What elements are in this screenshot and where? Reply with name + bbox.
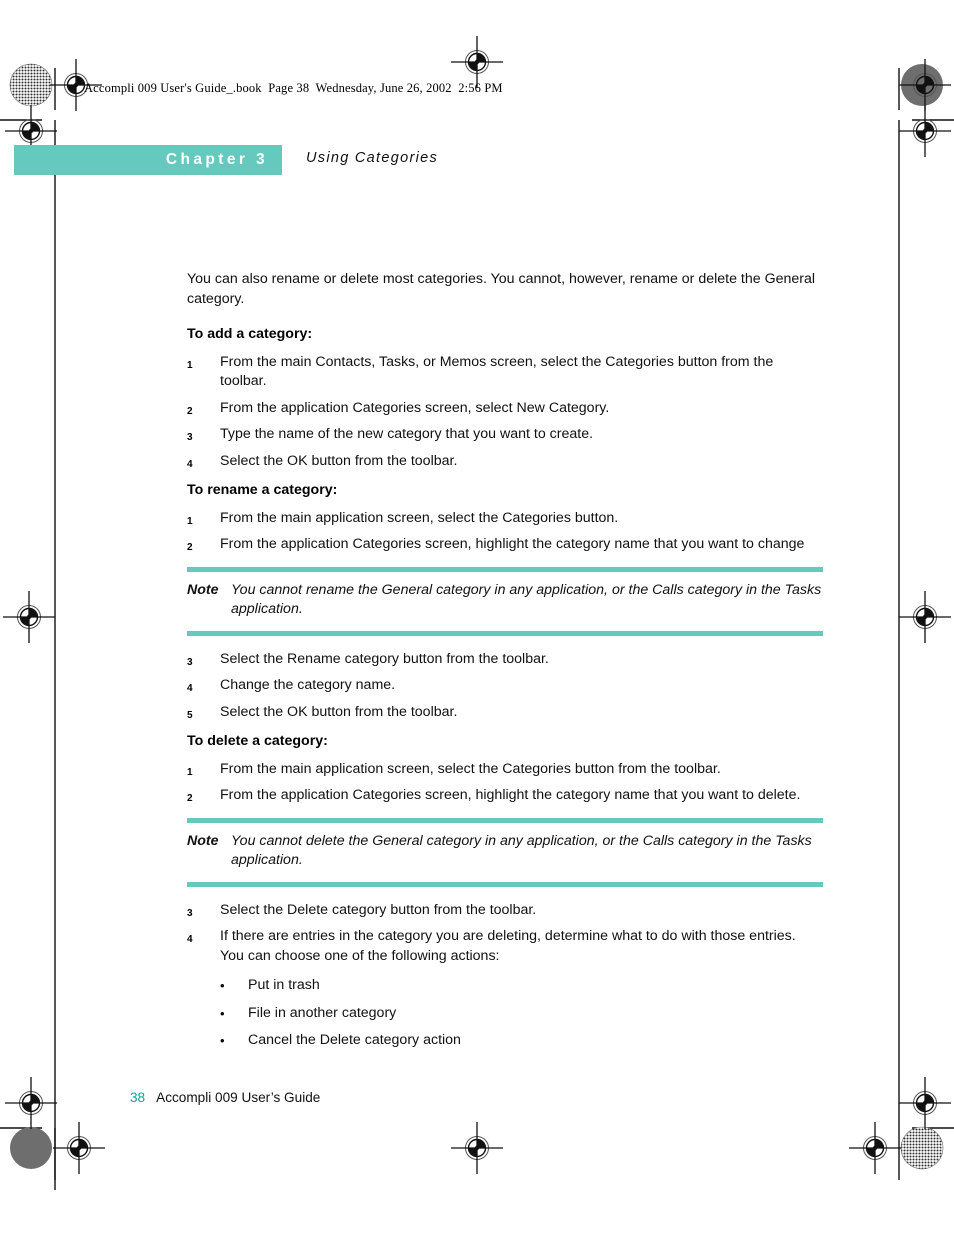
bullet-icon: •	[220, 1005, 225, 1021]
page-content: You can also rename or delete most categ…	[187, 270, 823, 1059]
note-label: Note	[187, 832, 219, 849]
step-text: Select the Rename category button from t…	[220, 650, 549, 667]
step-text: From the application Categories screen, …	[220, 787, 801, 803]
bullet-icon: •	[220, 978, 225, 993]
section-heading-delete-category: To delete a category:	[187, 733, 328, 749]
list-item: 4 Change the category name.	[187, 676, 823, 696]
step-list-delete-category-continued: 3 Select the Delete category button from …	[187, 901, 823, 967]
step-list-delete-category: 1 From the main application screen, selec…	[187, 760, 823, 806]
intro-paragraph: You can also rename or delete most categ…	[187, 271, 816, 307]
step-number: 2	[187, 542, 193, 553]
chapter-title: Using Categories	[306, 150, 439, 166]
step-number: 1	[187, 359, 193, 371]
step-list-add-category: 1 From the main Contacts, Tasks, or Memos…	[187, 353, 823, 472]
list-item: 2 From the application Categories screen,…	[187, 786, 823, 806]
step-text: From the application Categories screen, …	[220, 536, 805, 552]
chapter-banner: Chapter 3	[14, 145, 282, 175]
list-item: 3 Type the name of the new category that …	[187, 425, 823, 445]
list-item: • File in another category	[220, 1004, 823, 1024]
step-list-rename-category: 1 From the main application screen, selec…	[187, 509, 823, 555]
step-number: 3	[187, 432, 193, 443]
step-text: Change the category name.	[220, 677, 396, 693]
list-item: 2 From the application Categories screen,…	[187, 535, 823, 555]
list-item: 3 Select the Delete category button from …	[187, 901, 823, 921]
step-text: From the main Contacts, Tasks, or Memos …	[220, 353, 774, 390]
book-file-header-line: Accompli 009 User's Guide_.book Page 38 …	[84, 81, 503, 95]
list-item: 1 From the main application screen, selec…	[187, 760, 823, 780]
section-heading-rename-category: To rename a category:	[187, 482, 338, 498]
list-item: 3 Select the Rename category button from …	[187, 650, 823, 670]
option-text: Cancel the Delete category action	[248, 1032, 461, 1048]
step-number: 2	[187, 793, 193, 804]
step-number: 4	[187, 458, 193, 470]
option-text: Put in trash	[248, 977, 320, 993]
step-number: 3	[187, 656, 193, 668]
step-text: Select the Delete category button from t…	[220, 901, 537, 918]
list-item: 1 From the main Contacts, Tasks, or Memos…	[187, 353, 823, 392]
note-text: You cannot delete the General category i…	[231, 832, 812, 869]
section-heading-add-category: To add a category:	[187, 326, 313, 342]
list-item: 5 Select the OK button from the toolbar.	[187, 703, 823, 723]
list-item: 1 From the main application screen, selec…	[187, 509, 823, 529]
footer-book-name: Accompli 009 User’s Guide	[156, 1090, 321, 1105]
list-item: 4 If there are entries in the category yo…	[187, 927, 823, 966]
note-text: You cannot rename the General category i…	[231, 581, 822, 618]
step-text: If there are entries in the category you…	[220, 928, 796, 964]
note-callout-delete: Note You cannot delete the General categ…	[187, 817, 823, 887]
step-text: Select the OK button from the toolbar.	[220, 452, 458, 469]
list-item: 4 Select the OK button from the toolbar.	[187, 452, 823, 472]
step-number: 3	[187, 907, 193, 919]
step-text: From the main application screen, select…	[220, 760, 721, 777]
note-body: Note You cannot rename the General categ…	[187, 572, 823, 631]
list-item: 2 From the application Categories screen,…	[187, 399, 823, 419]
chapter-banner-label: Chapter 3	[165, 151, 268, 168]
list-item: • Cancel the Delete category action	[220, 1031, 823, 1051]
option-text: File in another category	[248, 1004, 397, 1021]
note-rule-bottom	[187, 630, 823, 636]
step-number: 5	[187, 709, 193, 721]
note-label: Note	[187, 581, 219, 598]
step-number: 4	[187, 683, 193, 694]
note-body: Note You cannot delete the General categ…	[187, 823, 823, 882]
step-number: 1	[187, 515, 193, 527]
step-text: Type the name of the new category that y…	[220, 426, 594, 442]
step-text: Select the OK button from the toolbar.	[220, 703, 458, 720]
delete-options-list: • Put in trash • File in another category …	[187, 976, 823, 1051]
note-callout-rename: Note You cannot rename the General categ…	[187, 566, 823, 636]
step-list-rename-category-continued: 3 Select the Rename category button from …	[187, 650, 823, 723]
list-item: • Put in trash	[220, 976, 823, 996]
step-text: From the main application screen, select…	[220, 509, 619, 526]
note-rule-bottom	[187, 881, 823, 887]
step-number: 4	[187, 934, 193, 945]
step-number: 2	[187, 405, 193, 417]
step-number: 1	[187, 766, 193, 778]
step-text: From the application Categories screen, …	[220, 399, 610, 416]
page-footer: 38 Accompli 009 User’s Guide	[130, 1090, 320, 1105]
page-number: 38	[130, 1090, 146, 1105]
bullet-icon: •	[220, 1033, 225, 1048]
